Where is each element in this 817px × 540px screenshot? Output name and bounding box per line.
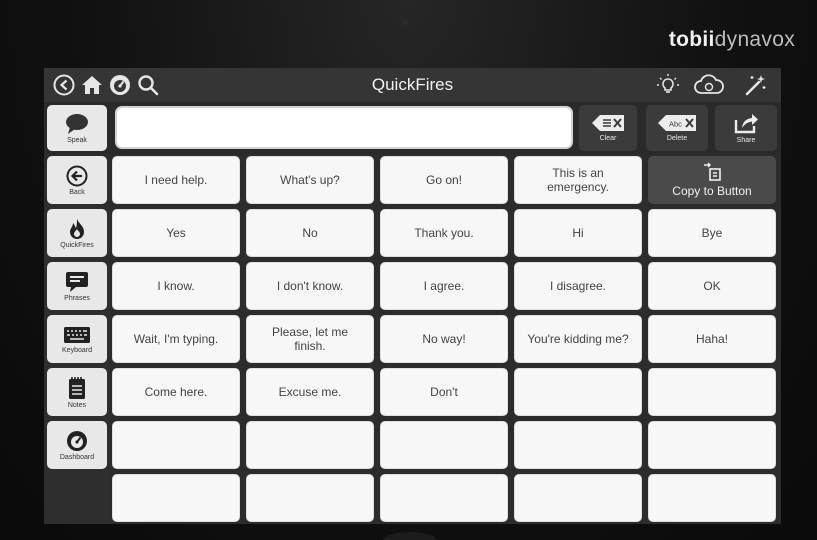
- speech-bubble-icon: [66, 113, 88, 134]
- empty-phrase-button[interactable]: [246, 421, 374, 469]
- clear-label: Clear: [599, 135, 617, 142]
- delete-label: Delete: [666, 135, 688, 142]
- sidebar-item-label: Back: [69, 188, 85, 196]
- sidebar-item-label: Notes: [67, 401, 87, 409]
- flame-icon: [70, 218, 84, 239]
- quickfires-grid: I need help. What's up? Go on! This is a…: [112, 156, 778, 524]
- delete-icon-text: Abc: [669, 120, 682, 129]
- home-hardware-button[interactable]: [382, 532, 438, 540]
- sidebar-item-keyboard[interactable]: Keyboard: [47, 315, 107, 363]
- sidebar-item-notes[interactable]: Notes: [47, 368, 107, 416]
- phrase-button[interactable]: I disagree.: [514, 262, 642, 310]
- phrase-button[interactable]: Go on!: [380, 156, 508, 204]
- cloud-sync-icon[interactable]: [692, 73, 726, 97]
- empty-phrase-button[interactable]: [246, 474, 374, 522]
- sidebar-item-label: Phrases: [64, 294, 90, 302]
- empty-phrase-button[interactable]: [112, 421, 240, 469]
- lightbulb-icon[interactable]: [656, 73, 680, 97]
- speak-button[interactable]: Speak: [47, 105, 107, 151]
- phrase-button[interactable]: I agree.: [380, 262, 508, 310]
- front-camera: [402, 19, 408, 25]
- dashboard-icon: [67, 430, 87, 451]
- sidebar-item-dashboard[interactable]: Dashboard: [47, 421, 107, 469]
- clear-icon: [592, 115, 624, 131]
- phrase-button[interactable]: OK: [648, 262, 776, 310]
- sidebar-item-phrases[interactable]: Phrases: [47, 262, 107, 310]
- empty-phrase-button[interactable]: [380, 474, 508, 522]
- sidebar-item-label: Dashboard: [59, 453, 95, 461]
- empty-phrase-button[interactable]: [112, 474, 240, 522]
- empty-phrase-button[interactable]: [380, 421, 508, 469]
- empty-phrase-button[interactable]: [514, 421, 642, 469]
- sidebar: Back QuickFires Phrases Keyboard Notes D…: [44, 156, 110, 524]
- message-window[interactable]: [115, 106, 573, 149]
- phrase-button[interactable]: Bye: [648, 209, 776, 257]
- phrase-button[interactable]: I don't know.: [246, 262, 374, 310]
- brand-logo: tobiidynavox: [668, 28, 795, 51]
- share-button[interactable]: Share: [715, 105, 777, 151]
- phrase-button[interactable]: No way!: [380, 315, 508, 363]
- keyboard-icon: [64, 326, 90, 343]
- sidebar-item-back[interactable]: Back: [47, 156, 107, 204]
- phrase-button[interactable]: This is an emergency.: [514, 156, 642, 204]
- phrase-button[interactable]: Excuse me.: [246, 368, 374, 416]
- phrase-button[interactable]: Yes: [112, 209, 240, 257]
- app-screen: QuickFires Speak Clear Abc Delete Share …: [44, 68, 781, 524]
- delete-button[interactable]: Abc Delete: [646, 105, 708, 151]
- empty-phrase-button[interactable]: [514, 474, 642, 522]
- phrase-button[interactable]: Come here.: [112, 368, 240, 416]
- phrase-button[interactable]: No: [246, 209, 374, 257]
- share-icon: [734, 114, 758, 134]
- phrase-button[interactable]: I need help.: [112, 156, 240, 204]
- empty-phrase-button[interactable]: [514, 368, 642, 416]
- sidebar-item-quickfires[interactable]: QuickFires: [47, 209, 107, 257]
- light-sensor: [452, 21, 455, 24]
- speak-label: Speak: [67, 136, 87, 144]
- share-label: Share: [736, 137, 756, 144]
- empty-phrase-button[interactable]: [648, 474, 776, 522]
- phrase-button[interactable]: Hi: [514, 209, 642, 257]
- sidebar-item-label: QuickFires: [60, 241, 94, 249]
- notepad-icon: [69, 376, 85, 399]
- phrase-button[interactable]: Wait, I'm typing.: [112, 315, 240, 363]
- phrase-button[interactable]: What's up?: [246, 156, 374, 204]
- empty-phrase-button[interactable]: [648, 421, 776, 469]
- phrase-button[interactable]: I know.: [112, 262, 240, 310]
- copy-to-button-button[interactable]: Copy to Button: [648, 156, 776, 204]
- copy-to-button-icon: [704, 162, 721, 181]
- phrase-button[interactable]: Haha!: [648, 315, 776, 363]
- delete-word-icon: Abc: [658, 115, 696, 131]
- sidebar-item-label: Keyboard: [62, 346, 92, 354]
- empty-phrase-button[interactable]: [648, 368, 776, 416]
- magic-wand-icon[interactable]: [744, 73, 768, 97]
- clear-button[interactable]: Clear: [579, 105, 637, 151]
- message-bar: Speak Clear Abc Delete Share: [44, 102, 781, 154]
- copy-to-button-label: Copy to Button: [672, 183, 752, 198]
- back-arrow-icon: [66, 165, 88, 186]
- phrase-button[interactable]: You're kidding me?: [514, 315, 642, 363]
- phrase-button[interactable]: Don't: [380, 368, 508, 416]
- top-bar: QuickFires: [44, 68, 781, 102]
- phrase-button[interactable]: Thank you.: [380, 209, 508, 257]
- phrase-button[interactable]: Please, let me finish.: [246, 315, 374, 363]
- speech-bubble-icon: [66, 271, 88, 292]
